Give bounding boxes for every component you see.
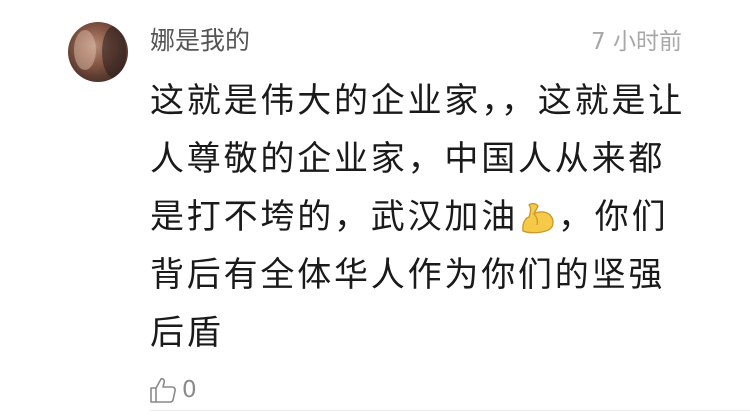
flexed-biceps-icon	[522, 202, 554, 234]
avatar-highlight	[74, 30, 96, 70]
comment-body: 这就是伟大的企业家，，这就是让人尊敬的企业家，中国人从来都是打不垮的，武汉加油 …	[150, 72, 690, 362]
like-count: 0	[182, 377, 197, 403]
username[interactable]: 娜是我的	[150, 24, 250, 58]
avatar[interactable]	[68, 22, 128, 82]
thumbs-up-icon	[150, 377, 176, 403]
comment-item: 娜是我的 7 小时前 这就是伟大的企业家，，这就是让人尊敬的企业家，中国人从来都…	[0, 0, 750, 417]
divider	[150, 410, 750, 411]
comment-timestamp: 7 小时前	[591, 29, 682, 55]
avatar-shadow	[102, 26, 126, 78]
like-button[interactable]: 0	[148, 374, 197, 406]
